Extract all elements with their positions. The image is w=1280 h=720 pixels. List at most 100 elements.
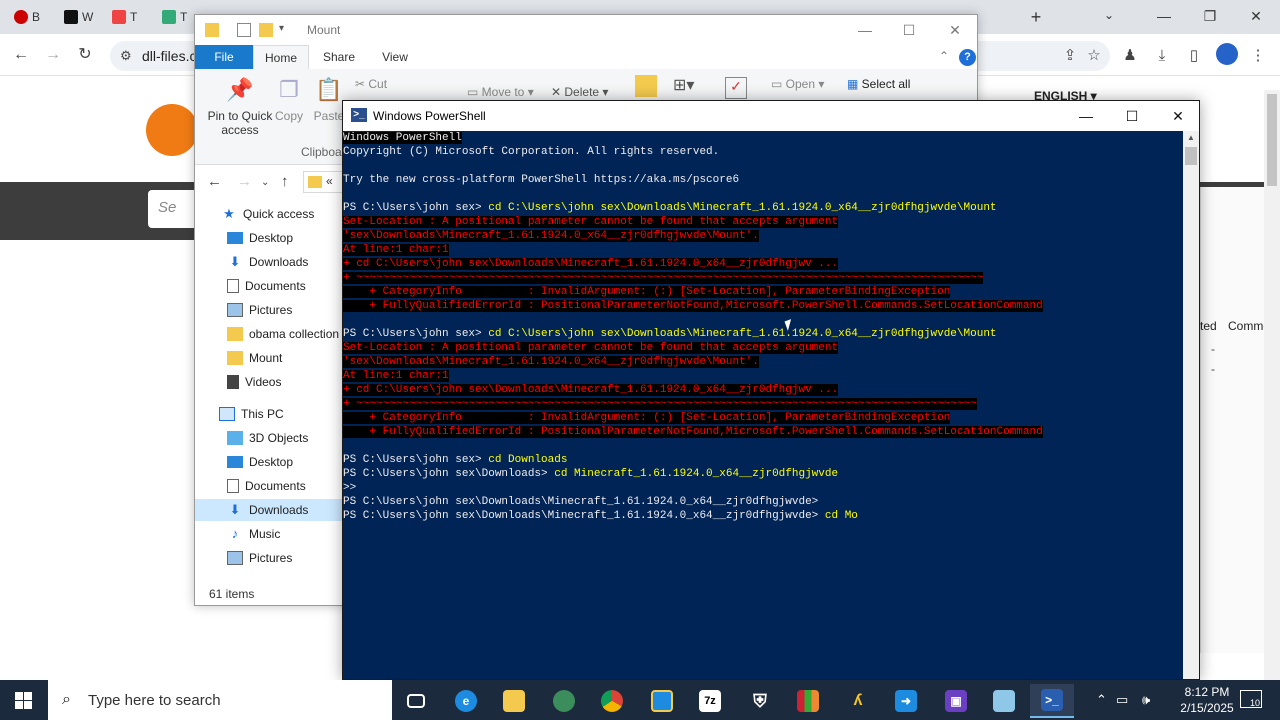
download-icon[interactable]: ⤓ (1152, 46, 1172, 66)
copy-button[interactable]: ❐ Copy (273, 75, 305, 123)
taskbar-app-inkscape[interactable]: ʎ (836, 684, 880, 718)
tray-overflow-icon[interactable]: ⌃ (1096, 692, 1107, 708)
powershell-icon[interactable]: >_ (351, 108, 367, 122)
task-view-button[interactable] (394, 684, 438, 718)
scroll-up-icon[interactable]: ▲ (1183, 133, 1199, 142)
nav-item-pictures[interactable]: Pictures (227, 299, 292, 321)
chevron-down-icon[interactable]: ▾ (279, 23, 293, 37)
nav-item-desktop-pc[interactable]: Desktop (227, 451, 293, 473)
minimize-button[interactable]: — (843, 19, 887, 41)
console-line: PS C:\Users\john sex\Downloads> cd Minec… (343, 467, 1183, 481)
pin-label: Pin to Quick access (207, 109, 273, 137)
new-item-icon[interactable]: ⊞▾ (673, 75, 694, 95)
taskbar-app-chrome[interactable] (590, 684, 634, 718)
cut-button[interactable]: ✂ Cut (355, 77, 387, 91)
delete-button[interactable]: ✕ Delete ▾ (551, 85, 608, 99)
nav-item-downloads-pc[interactable]: ⬇ Downloads (195, 499, 345, 521)
nav-item-obama-collection[interactable]: obama collection (227, 323, 339, 345)
new-tab-button[interactable]: + (1026, 6, 1046, 28)
nav-item-quick-access[interactable]: ★ Quick access (221, 203, 314, 225)
site-logo-gear[interactable] (146, 104, 198, 156)
pin-to-quick-access-button[interactable]: 📌 Pin to Quick access (201, 75, 279, 137)
close-button[interactable]: ✕ (1155, 103, 1201, 129)
chrome-close-button[interactable]: ✕ (1236, 4, 1276, 28)
taskbar-app-powershell[interactable]: >_ (1030, 684, 1074, 718)
nav-item-documents-pc[interactable]: Documents (227, 475, 306, 497)
paste-button[interactable]: 📋 Paste (313, 75, 345, 123)
properties-icon[interactable] (237, 23, 251, 37)
network-icon[interactable]: ▭ (1116, 692, 1128, 708)
taskbar-app-file-explorer[interactable] (492, 684, 536, 718)
site-info-icon[interactable]: ⚙ (120, 48, 132, 64)
chrome-tab[interactable]: B (8, 6, 52, 28)
tab-home[interactable]: Home (253, 45, 309, 69)
open-button[interactable]: ▭ Open ▾ (771, 77, 824, 91)
collapse-ribbon-icon[interactable]: ⌃ (939, 49, 949, 63)
nav-item-desktop[interactable]: Desktop (227, 227, 293, 249)
start-button[interactable] (0, 680, 48, 720)
scrollbar-thumb[interactable] (1185, 147, 1197, 165)
new-folder-icon[interactable] (259, 23, 273, 37)
nav-item-3d-objects[interactable]: 3D Objects (227, 427, 308, 449)
help-icon[interactable]: ? (959, 49, 976, 66)
7zip-icon: 7z (699, 690, 721, 712)
back-icon[interactable]: ← (10, 44, 32, 66)
console-scrollbar[interactable]: ▲ (1183, 131, 1199, 679)
properties-icon[interactable]: ✓ (725, 77, 747, 99)
chrome-restore-button[interactable]: ❐ (1190, 4, 1230, 28)
forward-icon[interactable]: → (237, 173, 252, 190)
menu-dots-icon[interactable]: ⋮ (1248, 46, 1268, 66)
taskbar-search-box[interactable]: ⌕ Type here to search (48, 680, 392, 720)
scrollbar-thumb[interactable] (1267, 94, 1277, 186)
maximize-button[interactable]: ☐ (887, 19, 931, 41)
chrome-minimize-button[interactable]: — (1144, 4, 1184, 28)
tab-search-button[interactable]: ⌄ (1104, 8, 1120, 22)
taskbar-app-chrome-beta[interactable] (542, 684, 586, 718)
back-icon[interactable]: ← (207, 173, 222, 190)
chrome-tab[interactable]: W (58, 6, 102, 28)
taskbar-app-edge[interactable]: e (444, 684, 488, 718)
breadcrumb-overflow[interactable]: « (326, 174, 333, 188)
clock[interactable]: 8:12 PM 2/15/2025 (1170, 684, 1244, 716)
nav-item-documents[interactable]: Documents (227, 275, 306, 297)
minimize-button[interactable]: — (1063, 103, 1109, 129)
up-icon[interactable]: ↑ (281, 173, 289, 190)
nav-item-videos[interactable]: Videos (227, 371, 281, 393)
new-folder-icon[interactable] (635, 75, 657, 97)
taskbar-app-snipping[interactable] (640, 684, 684, 718)
taskbar-app-security[interactable]: ⛨ (738, 684, 782, 718)
profile-avatar[interactable] (1216, 43, 1238, 65)
forward-icon[interactable]: → (42, 44, 64, 66)
taskbar-app-winrar[interactable] (786, 684, 830, 718)
move-to-button[interactable]: ▭ Move to ▾ (467, 85, 534, 99)
tab-view[interactable]: View (371, 45, 419, 69)
recent-locations-icon[interactable]: ⌄ (261, 177, 269, 188)
nav-item-label: Mount (249, 351, 283, 365)
sidepanel-icon[interactable]: ▯ (1184, 46, 1204, 66)
reload-icon[interactable]: ↻ (74, 44, 96, 66)
page-scrollbar[interactable] (1264, 90, 1280, 680)
console-output[interactable]: Windows PowerShell Copyright (C) Microsof… (343, 131, 1183, 679)
bookmark-star-icon[interactable]: ☆ (1084, 46, 1104, 66)
notification-center-button[interactable]: 10 (1240, 690, 1262, 708)
nav-item-pictures-pc[interactable]: Pictures (227, 547, 292, 569)
extension-icon[interactable]: ♟ (1120, 46, 1140, 66)
taskbar-app-7zip[interactable]: 7z (688, 684, 732, 718)
close-button[interactable]: ✕ (933, 19, 977, 41)
select-all-label: Select all (861, 77, 911, 91)
share-icon[interactable]: ⇪ (1060, 46, 1080, 66)
tab-share[interactable]: Share (313, 45, 365, 69)
chrome-tab[interactable]: T (106, 6, 150, 28)
powershell-window: >_ Windows PowerShell — ☐ ✕ Windows Powe… (342, 100, 1200, 680)
tab-file[interactable]: File (195, 45, 253, 69)
taskbar-app-store[interactable]: ➜ (884, 684, 928, 718)
volume-icon[interactable]: 🕪 (1142, 692, 1150, 708)
nav-item-this-pc[interactable]: This PC (219, 403, 284, 425)
nav-item-downloads[interactable]: ⬇ Downloads (227, 251, 309, 273)
nav-item-music[interactable]: ♪ Music (227, 523, 281, 545)
taskbar-app-cpu[interactable]: ▣ (934, 684, 978, 718)
taskbar-app-paint[interactable] (982, 684, 1026, 718)
nav-item-mount[interactable]: Mount (227, 347, 282, 369)
maximize-button[interactable]: ☐ (1109, 103, 1155, 129)
select-all-button[interactable]: ▦ Select all (847, 77, 910, 91)
